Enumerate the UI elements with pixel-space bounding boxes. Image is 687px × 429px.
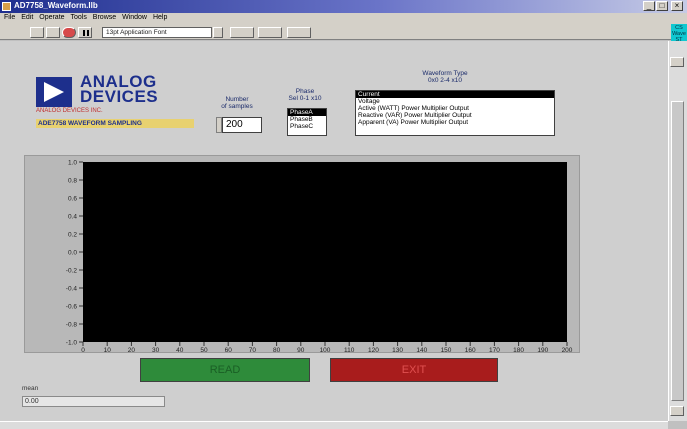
waveform-option-voltage[interactable]: Voltage (356, 98, 554, 105)
x-tick-label: 180 (513, 347, 524, 354)
y-tick-label: -0.4 (66, 286, 78, 293)
x-tick-label: 90 (297, 347, 305, 354)
x-tick-label: 130 (392, 347, 403, 354)
waveform-graph-svg: 1.0 0.8 0.6 0.4 0.2 0.0 -0.2 -0.4 -0.6 -0.8 -1.00 1… (66, 160, 573, 355)
waveform-label-line2: 0x0 2-4 x10 (428, 77, 462, 84)
sampling-label: ADE7758 WAVEFORM SAMPLING (36, 119, 194, 128)
waveform-option-reactive[interactable]: Reactive (VAR) Power Multiplier Output (356, 112, 554, 119)
scroll-down-button[interactable] (670, 406, 684, 416)
menu-help[interactable]: Help (153, 14, 167, 21)
menu-operate[interactable]: Operate (39, 14, 64, 21)
waveform-label-line1: Waveform Type (422, 70, 468, 77)
x-tick-label: 110 (344, 347, 355, 354)
x-tick-label: 160 (465, 347, 476, 354)
waveform-listbox[interactable]: Current Voltage Active (WATT) Power Mult… (355, 90, 555, 136)
waveform-label: Waveform Type 0x0 2-4 x10 (395, 70, 495, 84)
waveform-option-apparent[interactable]: Apparent (VA) Power Multiplier Output (356, 119, 554, 126)
samples-label-line1: Number (225, 96, 249, 103)
phase-label: Phase Sel 0-1 x10 (282, 88, 328, 102)
x-tick-label: 170 (489, 347, 500, 354)
logo-tagline: ANALOG DEVICES INC. (36, 108, 103, 114)
phase-option-c[interactable]: PhaseC (288, 123, 326, 130)
close-button[interactable]: × (671, 1, 683, 11)
y-tick-label: 0.6 (68, 196, 77, 203)
x-tick-label: 190 (537, 347, 548, 354)
x-tick-label: 140 (416, 347, 427, 354)
align-objects-icon[interactable] (230, 27, 254, 38)
x-tick-label: 80 (273, 347, 281, 354)
y-tick-label: -0.6 (66, 304, 78, 311)
y-tick-label: 0.2 (68, 232, 77, 239)
phase-listbox[interactable]: PhaseA PhaseB PhaseC (287, 108, 327, 136)
logo-line2: DEVICES (80, 87, 159, 106)
samples-label-line2: of samples (221, 103, 253, 110)
scroll-up-button[interactable] (670, 57, 684, 67)
menu-window[interactable]: Window (122, 14, 147, 21)
run-continuously-icon[interactable] (46, 27, 60, 38)
run-arrow-icon[interactable] (30, 27, 44, 38)
plot-area (83, 162, 567, 342)
title-bar: AD7758_Waveform.llb _ □ × (0, 0, 687, 13)
y-tick-label: -1.0 (66, 340, 78, 347)
x-tick-label: 50 (200, 347, 208, 354)
y-tick-label: 0.0 (68, 250, 77, 257)
x-tick-label: 40 (176, 347, 184, 354)
x-tick-label: 70 (249, 347, 257, 354)
abort-icon[interactable] (62, 27, 76, 38)
font-dropdown-icon[interactable] (213, 27, 223, 38)
menu-edit[interactable]: Edit (21, 14, 33, 21)
toolbar: 13pt Application Font (0, 24, 687, 40)
reorder-icon[interactable] (287, 27, 311, 38)
y-tick-label: -0.8 (66, 322, 78, 329)
y-tick-label: 1.0 (68, 160, 77, 167)
maximize-button[interactable]: □ (656, 1, 668, 11)
waveform-graph[interactable]: 1.0 0.8 0.6 0.4 0.2 0.0 -0.2 -0.4 -0.6 -0.8 -1.0 0 1… (24, 155, 580, 355)
horizontal-scrollbar[interactable] (0, 421, 668, 429)
x-tick-label: 30 (152, 347, 160, 354)
samples-input[interactable]: 200 (222, 117, 262, 133)
logo-triangle-icon (36, 77, 72, 107)
menu-file[interactable]: File (4, 14, 15, 21)
x-tick-label: 100 (320, 347, 331, 354)
exit-button[interactable]: EXIT (330, 358, 498, 382)
waveform-option-current[interactable]: Current (356, 91, 554, 98)
vertical-scrollbar[interactable] (668, 41, 687, 421)
minimize-button[interactable]: _ (643, 1, 655, 11)
mean-label: mean (22, 385, 39, 392)
x-tick-label: 20 (128, 347, 136, 354)
scroll-thumb[interactable] (671, 101, 684, 401)
y-tick-label: -0.2 (66, 268, 78, 275)
phase-option-a[interactable]: PhaseA (288, 109, 326, 116)
phase-option-b[interactable]: PhaseB (288, 116, 326, 123)
app-icon (2, 2, 11, 11)
read-button[interactable]: READ (140, 358, 310, 382)
y-tick-label: 0.4 (68, 214, 77, 221)
window-title: AD7758_Waveform.llb (14, 1, 98, 10)
y-tick-label: 0.8 (68, 178, 77, 185)
analog-devices-logo: ANALOG DEVICES ANALOG DEVICES INC. (36, 72, 196, 125)
x-tick-label: 0 (81, 347, 85, 354)
font-select[interactable]: 13pt Application Font (102, 27, 212, 38)
menu-bar: File Edit Operate Tools Browse Window He… (0, 13, 687, 24)
x-tick-label: 120 (368, 347, 379, 354)
pause-icon[interactable] (78, 27, 92, 38)
menu-browse[interactable]: Browse (93, 14, 116, 21)
mean-indicator: 0.00 (22, 396, 165, 407)
x-tick-label: 10 (104, 347, 112, 354)
x-tick-label: 200 (562, 347, 573, 354)
waveform-option-active[interactable]: Active (WATT) Power Multiplier Output (356, 105, 554, 112)
distribute-objects-icon[interactable] (258, 27, 282, 38)
x-tick-label: 150 (441, 347, 452, 354)
menu-tools[interactable]: Tools (71, 14, 87, 21)
samples-label: Number of samples (212, 96, 262, 110)
phase-label-line2: Sel 0-1 x10 (288, 95, 322, 102)
phase-label-line1: Phase (295, 88, 315, 95)
x-tick-label: 60 (225, 347, 233, 354)
